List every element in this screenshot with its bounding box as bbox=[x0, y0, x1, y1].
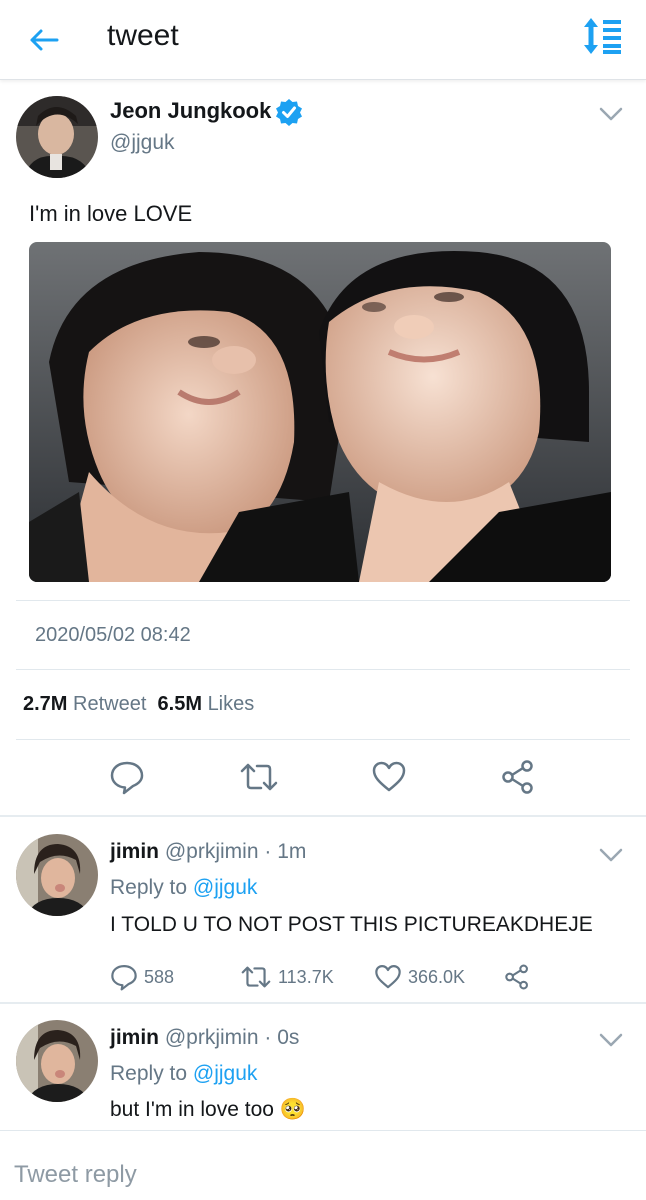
reply-reply-button[interactable]: 588 bbox=[110, 962, 174, 992]
arrow-left-icon bbox=[30, 29, 59, 51]
reply-to-line: Reply to @jjguk bbox=[110, 1062, 257, 1086]
reply-to-line: Reply to @jjguk bbox=[110, 876, 257, 900]
reply-text: but I'm in love too 🥺 bbox=[110, 1098, 306, 1122]
tweet-reply-input[interactable] bbox=[14, 1161, 614, 1189]
like-count: 366.0K bbox=[408, 966, 466, 987]
reply-menu-button[interactable] bbox=[597, 1030, 625, 1050]
reply-share-button[interactable] bbox=[503, 962, 537, 992]
reply-header: jimin @prkjimin · 0s bbox=[110, 1026, 299, 1050]
reply-icon bbox=[110, 761, 144, 795]
reply-text-body: but I'm in love too bbox=[110, 1098, 274, 1121]
reply-header: jimin @prkjimin · 1m bbox=[110, 840, 306, 864]
likes-count[interactable]: 6.5M bbox=[158, 693, 202, 715]
divider bbox=[0, 1002, 646, 1004]
chevron-down-icon bbox=[599, 107, 623, 121]
reply-time: · 1m bbox=[264, 840, 307, 863]
chevron-down-icon bbox=[599, 1033, 623, 1047]
divider bbox=[0, 815, 646, 817]
like-icon bbox=[375, 965, 401, 989]
like-button[interactable] bbox=[369, 757, 409, 797]
reply-like-button[interactable]: 366.0K bbox=[374, 962, 465, 992]
reply-count: 588 bbox=[144, 966, 175, 987]
tweet-timestamp: 2020/05/02 08:42 bbox=[35, 624, 191, 646]
retweet-button[interactable] bbox=[239, 757, 279, 797]
divider bbox=[16, 669, 630, 670]
reply-to-link[interactable]: @jjguk bbox=[193, 1062, 258, 1085]
retweets-label[interactable]: Retweet bbox=[73, 693, 146, 715]
retweets-count[interactable]: 2.7M bbox=[23, 693, 67, 715]
reply-to-prefix: Reply to bbox=[110, 1062, 188, 1085]
like-icon bbox=[372, 761, 406, 792]
reply-retweet-button[interactable]: 113.7K bbox=[240, 962, 334, 992]
tweet-photo[interactable] bbox=[29, 242, 611, 582]
reply-to-link[interactable]: @jjguk bbox=[193, 876, 258, 899]
tweet-stats: 2.7M Retweet 6.5M Likes bbox=[23, 693, 254, 716]
tweet-text: I'm in love LOVE bbox=[29, 201, 193, 226]
reply-avatar[interactable] bbox=[16, 834, 98, 916]
reply-author-name[interactable]: jimin bbox=[110, 840, 159, 863]
verified-badge-icon bbox=[275, 98, 303, 126]
pleading-face-emoji-icon: 🥺 bbox=[279, 1098, 306, 1121]
retweet-count: 113.7K bbox=[278, 966, 334, 987]
retweet-icon bbox=[240, 763, 278, 791]
reply-menu-button[interactable] bbox=[597, 845, 625, 865]
reply-author-name[interactable]: jimin bbox=[110, 1026, 159, 1049]
back-button[interactable] bbox=[26, 22, 62, 58]
reply-author-handle[interactable]: @prkjimin bbox=[165, 840, 259, 863]
share-icon bbox=[505, 964, 528, 990]
author-name[interactable]: Jeon Jungkook bbox=[110, 98, 271, 124]
sort-icon bbox=[584, 18, 621, 54]
tweet-menu-button[interactable] bbox=[597, 104, 625, 124]
chevron-down-icon bbox=[599, 848, 623, 862]
likes-label[interactable]: Likes bbox=[208, 693, 255, 715]
share-icon bbox=[502, 760, 533, 794]
top-bar: tweet bbox=[0, 0, 646, 80]
page-title: tweet bbox=[107, 19, 179, 52]
reply-to-prefix: Reply to bbox=[110, 876, 188, 899]
sort-button[interactable] bbox=[582, 16, 624, 56]
reply-avatar[interactable] bbox=[16, 1020, 98, 1102]
author-handle[interactable]: @jjguk bbox=[110, 131, 175, 155]
reply-author-handle[interactable]: @prkjimin bbox=[165, 1026, 259, 1049]
share-button[interactable] bbox=[498, 757, 538, 797]
retweet-icon bbox=[241, 966, 271, 988]
reply-button[interactable] bbox=[107, 757, 147, 797]
author-avatar[interactable] bbox=[16, 96, 98, 178]
reply-text: I TOLD U TO NOT POST THIS PICTUREAKDHEJE bbox=[110, 913, 593, 936]
divider bbox=[16, 739, 630, 740]
reply-time: · 0s bbox=[264, 1026, 300, 1049]
reply-icon bbox=[111, 965, 137, 991]
divider bbox=[16, 600, 630, 601]
